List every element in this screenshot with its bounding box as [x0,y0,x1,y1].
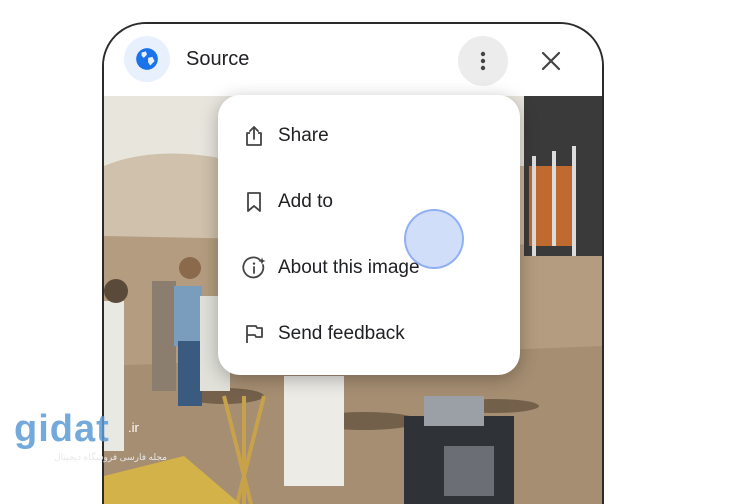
watermark-domain: .ir [128,420,139,435]
touch-indicator [404,209,464,269]
overflow-menu: Share Add to About this image Send feedb… [218,95,520,375]
menu-item-label: About this image [278,257,420,278]
watermark: gidat .ir مجله فارسی فروشگاه دیجیتال [14,408,167,462]
watermark-logo: gidat [14,408,110,450]
more-options-button[interactable] [458,36,508,86]
close-icon [541,51,561,71]
menu-item-label: Send feedback [278,323,405,344]
menu-item-about-this-image[interactable]: About this image [218,235,520,301]
globe-icon[interactable] [124,36,170,82]
close-button[interactable] [528,38,574,84]
source-title: Source [186,48,250,70]
share-icon [246,126,262,146]
menu-item-add-to[interactable]: Add to [218,169,520,235]
info-sparkle-icon [242,256,266,279]
menu-item-label: Share [278,125,329,146]
watermark-tagline: مجله فارسی فروشگاه دیجیتال [54,452,167,462]
more-vert-icon [480,51,486,71]
menu-item-label: Add to [278,191,333,212]
menu-item-send-feedback[interactable]: Send feedback [218,301,520,367]
menu-item-share[interactable]: Share [218,103,520,169]
source-header: Source [104,24,602,96]
bookmark-icon [247,192,261,212]
flag-icon [246,325,263,343]
